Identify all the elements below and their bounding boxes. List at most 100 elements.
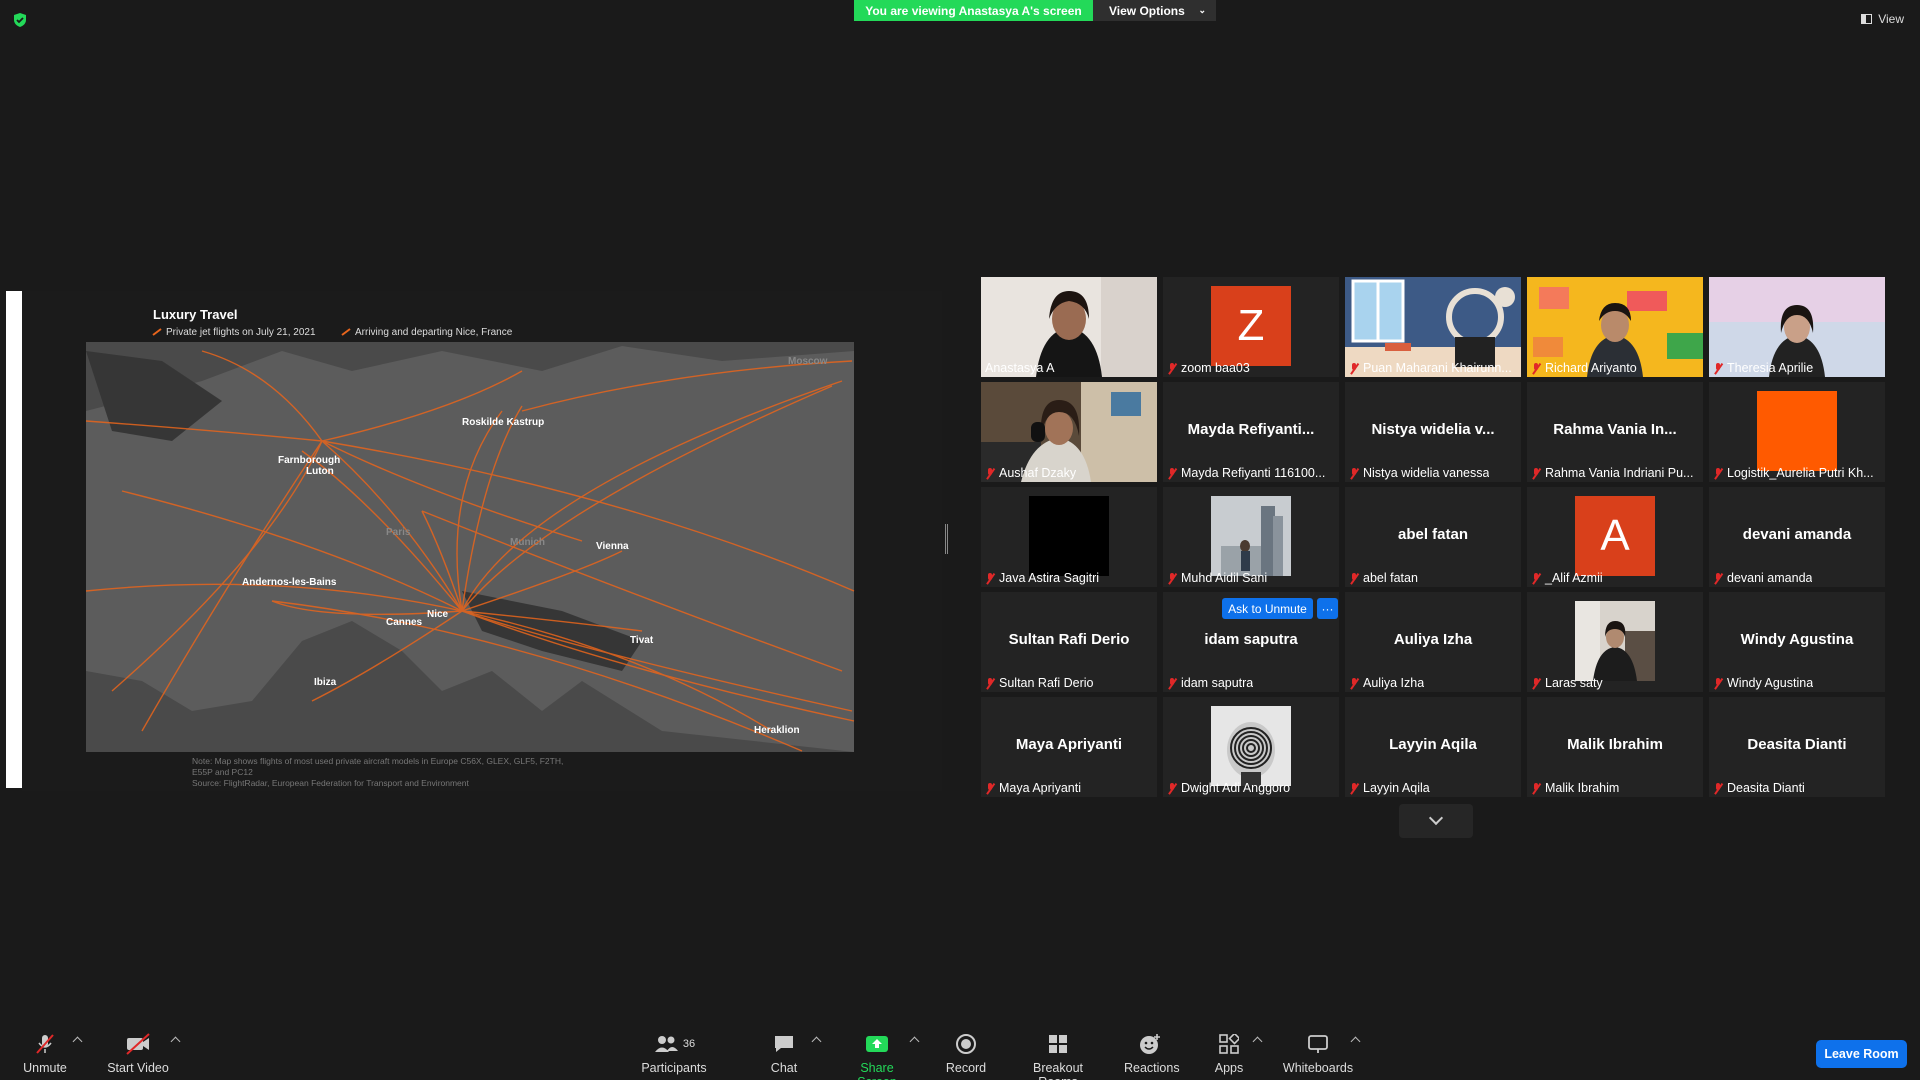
participant-tile[interactable]: Zzoom baa03 <box>1163 277 1339 377</box>
participant-display-name: idam saputra <box>1204 631 1298 648</box>
chat-button[interactable]: Chat <box>766 1032 802 1075</box>
breakout-rooms-icon <box>1049 1035 1067 1053</box>
view-options-button[interactable]: View Options ⌄ <box>1093 0 1216 21</box>
city-label: Moscow <box>788 356 828 367</box>
participant-tile[interactable]: Rahma Vania In... Rahma Vania Indriani Pu… <box>1527 382 1703 482</box>
participant-name: _Alif Azmii <box>1545 571 1603 585</box>
city-label: Roskilde Kastrup <box>462 417 544 428</box>
share-screen-label: Share Screen <box>857 1061 897 1080</box>
map-title: Luxury Travel <box>153 307 238 322</box>
chevron-down-icon: ⌄ <box>1198 5 1206 15</box>
flight-map: Luxury Travel Private jet flights on Jul… <box>85 307 855 788</box>
participant-name: zoom baa03 <box>1181 361 1250 375</box>
muted-mic-icon <box>1531 677 1541 689</box>
participant-tile[interactable]: Richard Ariyanto <box>1527 277 1703 377</box>
chat-options-caret[interactable] <box>811 1036 822 1047</box>
participant-name-label: Dwight Adi Anggoro <box>1167 781 1290 795</box>
participant-tile[interactable]: Theresia Aprilie <box>1709 277 1885 377</box>
more-options-button[interactable]: ··· <box>1317 598 1338 619</box>
view-options-label: View Options <box>1109 3 1185 18</box>
participant-name: Mayda Refiyanti 116100... <box>1181 466 1326 480</box>
city-label: Cannes <box>386 617 423 628</box>
participants-button[interactable]: 36 Participants <box>640 1032 708 1075</box>
participant-name: Rahma Vania Indriani Pu... <box>1545 466 1694 480</box>
participant-display-name: Maya Apriyanti <box>1015 736 1123 753</box>
participant-tile[interactable]: Windy Agustina Windy Agustina <box>1709 592 1885 692</box>
participant-tile[interactable]: Dwight Adi Anggoro <box>1163 697 1339 797</box>
city-label: Paris <box>386 527 411 538</box>
participant-name-label: Java Astira Sagitri <box>985 571 1099 585</box>
muted-mic-icon <box>1349 467 1359 479</box>
participant-tile[interactable]: devani amanda devani amanda <box>1709 487 1885 587</box>
start-video-button[interactable]: Start Video <box>104 1032 172 1075</box>
map-note-2: E55P and PC12 <box>192 767 253 777</box>
split-view-handle[interactable] <box>945 524 948 554</box>
participant-avatar: Z <box>1211 286 1291 366</box>
participant-tile[interactable]: Deasita Dianti Deasita Dianti <box>1709 697 1885 797</box>
unmute-button[interactable]: Unmute <box>20 1032 70 1075</box>
view-button[interactable]: View <box>1861 12 1904 26</box>
participant-name-label: Logistik_Aurelia Putri Kh... <box>1713 466 1874 480</box>
participant-name: Anastasya A <box>985 361 1055 375</box>
participant-tile[interactable]: Maya Apriyanti Maya Apriyanti <box>981 697 1157 797</box>
participant-tile[interactable]: Sultan Rafi Derio Sultan Rafi Derio <box>981 592 1157 692</box>
participants-count: 36 <box>682 1038 696 1050</box>
participant-tile[interactable]: Java Astira Sagitri <box>981 487 1157 587</box>
shared-map-slide: Luxury Travel Private jet flights on Jul… <box>22 291 942 791</box>
map-source: Source: FlightRadar, European Federation… <box>192 778 470 788</box>
participant-display-name: Nistya widelia v... <box>1371 421 1495 438</box>
participant-tile[interactable]: abel fatan abel fatan <box>1345 487 1521 587</box>
breakout-rooms-button[interactable]: Breakout Rooms <box>1012 1032 1104 1080</box>
participant-name: Nistya widelia vanessa <box>1363 466 1490 480</box>
participant-tile[interactable]: Mayda Refiyanti... Mayda Refiyanti 116100… <box>1163 382 1339 482</box>
whiteboards-label: Whiteboards <box>1282 1061 1354 1075</box>
share-screen-button[interactable]: Share Screen <box>840 1032 914 1080</box>
unmute-label: Unmute <box>23 1061 67 1075</box>
participant-name-label: Puan Maharani Khairunn... <box>1349 361 1512 375</box>
city-label: Tivat <box>630 635 654 646</box>
participant-tile[interactable]: Malik Ibrahim Malik Ibrahim <box>1527 697 1703 797</box>
meeting-toolbar: Unmute Start Video 36 Participants Chat … <box>0 1020 1920 1080</box>
muted-mic-icon <box>1167 467 1177 479</box>
participant-name: devani amanda <box>1727 571 1813 585</box>
participant-tile[interactable]: A _Alif Azmii <box>1527 487 1703 587</box>
leave-room-button[interactable]: Leave Room <box>1816 1040 1907 1068</box>
apps-label: Apps <box>1214 1061 1244 1075</box>
participant-tile[interactable]: Logistik_Aurelia Putri Kh... <box>1709 382 1885 482</box>
participant-display-name: abel fatan <box>1397 526 1469 543</box>
shared-screen[interactable]: Luxury Travel Private jet flights on Jul… <box>0 282 950 792</box>
participant-tile[interactable]: Laras saty <box>1527 592 1703 692</box>
muted-mic-icon <box>1349 677 1359 689</box>
record-button[interactable]: Record <box>942 1032 990 1075</box>
whiteboards-button[interactable]: Whiteboards <box>1282 1032 1354 1075</box>
apps-button[interactable]: Apps <box>1214 1032 1244 1075</box>
participant-name-label: Laras saty <box>1531 676 1603 690</box>
shield-icon[interactable] <box>12 12 28 28</box>
city-label: Farnborough <box>278 455 340 466</box>
participant-name: abel fatan <box>1363 571 1418 585</box>
audio-options-caret[interactable] <box>72 1036 83 1047</box>
apps-options-caret[interactable] <box>1252 1036 1263 1047</box>
ask-to-unmute-button[interactable]: Ask to Unmute <box>1222 598 1313 619</box>
participant-tile[interactable]: Auliya Izha Auliya Izha <box>1345 592 1521 692</box>
participant-avatar <box>1029 496 1109 576</box>
video-options-caret[interactable] <box>170 1036 181 1047</box>
muted-mic-icon <box>1531 572 1541 584</box>
participant-tile[interactable]: Nistya widelia v... Nistya widelia vaness… <box>1345 382 1521 482</box>
record-icon <box>956 1034 976 1054</box>
participant-name-label: _Alif Azmii <box>1531 571 1603 585</box>
participant-name: Logistik_Aurelia Putri Kh... <box>1727 466 1874 480</box>
participant-name-label: zoom baa03 <box>1167 361 1250 375</box>
muted-mic-icon <box>1167 362 1177 374</box>
participant-tile[interactable]: Muhd Aidil Sani <box>1163 487 1339 587</box>
reactions-button[interactable]: Reactions <box>1124 1032 1180 1075</box>
participant-video <box>1211 496 1291 576</box>
participant-tile[interactable]: Anastasya A <box>981 277 1157 377</box>
muted-mic-icon <box>1531 467 1541 479</box>
participant-name-label: abel fatan <box>1349 571 1418 585</box>
participant-tile[interactable]: Aushaf Dzaky <box>981 382 1157 482</box>
participant-tile[interactable]: Puan Maharani Khairunn... <box>1345 277 1521 377</box>
next-page-button[interactable] <box>1399 804 1473 838</box>
muted-mic-icon <box>1531 362 1541 374</box>
participant-tile[interactable]: Layyin Aqila Layyin Aqila <box>1345 697 1521 797</box>
